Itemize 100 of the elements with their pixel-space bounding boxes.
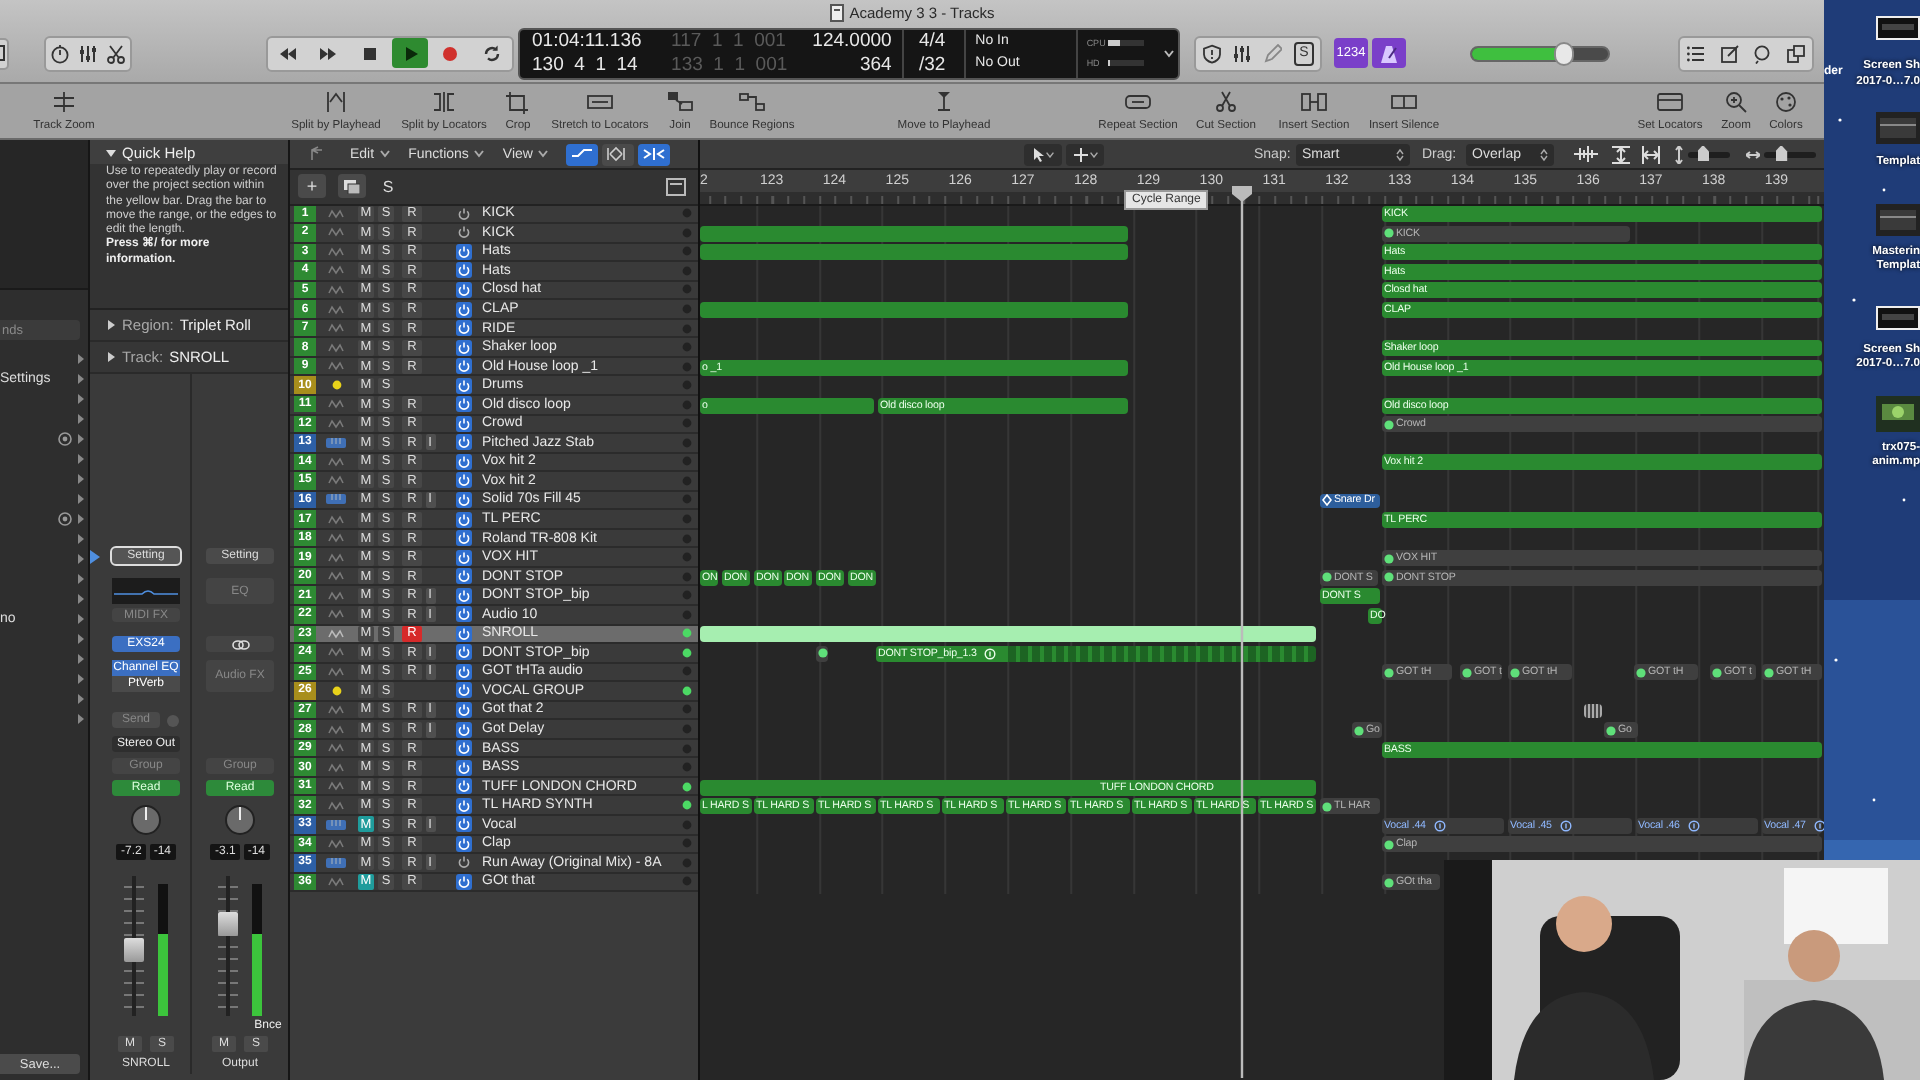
power-icon[interactable]	[456, 644, 472, 661]
disclosure-icon[interactable]	[76, 713, 84, 723]
play-button[interactable]	[392, 38, 429, 68]
timer-icon[interactable]	[50, 43, 70, 63]
copy-icon	[344, 179, 360, 194]
secondary-tool-button[interactable]	[1066, 143, 1104, 165]
disclosure-icon[interactable]	[76, 613, 84, 623]
chevron-icon[interactable]	[1163, 49, 1174, 57]
disclosure-icon[interactable]	[106, 352, 116, 362]
disclosure-icon[interactable]	[76, 653, 84, 663]
power-icon[interactable]	[456, 205, 472, 222]
keyboard-icon	[326, 819, 346, 830]
region[interactable]	[816, 645, 828, 662]
power-icon[interactable]	[456, 301, 472, 317]
power-icon[interactable]	[456, 740, 472, 757]
region[interactable]	[700, 626, 1316, 643]
dot-icon	[1322, 801, 1332, 812]
mixer-icon[interactable]	[78, 43, 98, 63]
disclosure-icon[interactable]	[76, 393, 84, 403]
add-track-button[interactable]: +	[298, 174, 326, 199]
waveform-icon	[328, 837, 344, 850]
power-icon[interactable]	[456, 797, 472, 814]
disclosure-icon[interactable]	[76, 433, 84, 443]
fader-thumb[interactable]	[124, 938, 144, 963]
disclosure-icon[interactable]	[76, 453, 84, 463]
fader-thumb[interactable]	[218, 911, 238, 936]
pointer-icon	[1033, 147, 1043, 161]
disclosure-icon[interactable]	[76, 633, 84, 643]
right-locator: 133 1 1 001	[671, 54, 790, 76]
power-icon[interactable]	[456, 358, 472, 375]
eq-display[interactable]	[112, 578, 180, 604]
slider-thumb[interactable]	[1775, 145, 1788, 161]
slider-thumb[interactable]	[1697, 145, 1709, 161]
duplicate-button[interactable]	[338, 174, 366, 199]
power-icon[interactable]	[456, 778, 472, 795]
disclosure-icon[interactable]	[76, 513, 84, 523]
disclosure-icon[interactable]	[76, 473, 84, 483]
metronome-button[interactable]	[1372, 38, 1406, 68]
power-icon[interactable]	[456, 262, 472, 279]
dot-icon	[1636, 667, 1646, 678]
up-down-arrows-icon	[1540, 147, 1548, 161]
disclosure-icon[interactable]	[76, 413, 84, 423]
chevron-icon	[1045, 151, 1053, 157]
power-icon[interactable]	[456, 568, 472, 585]
browser-icon[interactable]	[1785, 43, 1806, 63]
power-icon[interactable]	[456, 816, 472, 833]
toggle-button[interactable]	[638, 143, 671, 165]
collapse-icon[interactable]	[666, 177, 686, 196]
link-button[interactable]	[206, 636, 274, 652]
library-icon[interactable]	[0, 37, 10, 69]
cycle-icon	[481, 43, 502, 63]
note-icon[interactable]	[1719, 43, 1740, 63]
disclosure-icon[interactable]	[76, 353, 84, 363]
pan-knob[interactable]	[130, 804, 162, 836]
power-icon[interactable]	[456, 530, 472, 547]
plus-circle-icon[interactable]	[58, 511, 72, 525]
power-icon[interactable]	[456, 682, 472, 699]
scissors-icon[interactable]	[106, 43, 126, 63]
mixer-icon[interactable]	[1231, 43, 1252, 63]
disclosure-icon[interactable]	[76, 373, 84, 383]
disclosure-icon[interactable]	[76, 693, 84, 703]
pan-knob[interactable]	[224, 804, 256, 836]
toggle-button[interactable]	[602, 143, 635, 165]
power-icon[interactable]	[456, 396, 472, 413]
insert-section-icon	[1300, 90, 1328, 114]
toggle-button[interactable]	[566, 143, 599, 165]
power-icon[interactable]	[456, 339, 472, 356]
fit-height-icon[interactable]	[1612, 145, 1630, 163]
pointer-tool-button[interactable]	[1024, 143, 1062, 165]
power-icon[interactable]	[456, 320, 472, 337]
slider-thumb[interactable]	[1553, 41, 1574, 65]
disclosure-icon[interactable]	[76, 553, 84, 563]
power-icon[interactable]	[456, 434, 472, 451]
power-icon[interactable]	[456, 549, 472, 566]
back-arrow-icon[interactable]	[308, 146, 324, 162]
region[interactable]	[1584, 703, 1602, 719]
disclosure-icon[interactable]	[76, 533, 84, 543]
plus-circle-icon[interactable]	[58, 431, 72, 445]
disclosure-icon[interactable]	[76, 493, 84, 503]
power-icon[interactable]	[456, 759, 472, 776]
disclosure-icon[interactable]	[106, 147, 116, 157]
solo-button[interactable]: S	[374, 174, 402, 199]
fit-width-icon[interactable]	[1642, 145, 1660, 163]
shield-icon[interactable]	[1201, 43, 1222, 63]
time-signature: 4/4	[918, 30, 946, 52]
disclosure-icon[interactable]	[76, 573, 84, 583]
disclosure-icon[interactable]	[106, 320, 116, 330]
power-icon[interactable]	[456, 472, 472, 489]
power-icon[interactable]	[456, 721, 472, 738]
master-volume-slider[interactable]	[1470, 45, 1610, 61]
disclosure-icon[interactable]	[76, 593, 84, 603]
disclosure-icon[interactable]	[76, 673, 84, 683]
power-icon[interactable]	[456, 587, 472, 604]
cut-section-icon	[1212, 90, 1240, 114]
waveform-zoom-icon[interactable]	[1574, 146, 1598, 162]
power-icon[interactable]	[456, 606, 472, 623]
power-icon[interactable]	[456, 377, 472, 394]
list-icon[interactable]	[1686, 43, 1707, 63]
left-locator: 117 1 1 001	[671, 30, 788, 52]
power-icon[interactable]	[456, 511, 472, 528]
